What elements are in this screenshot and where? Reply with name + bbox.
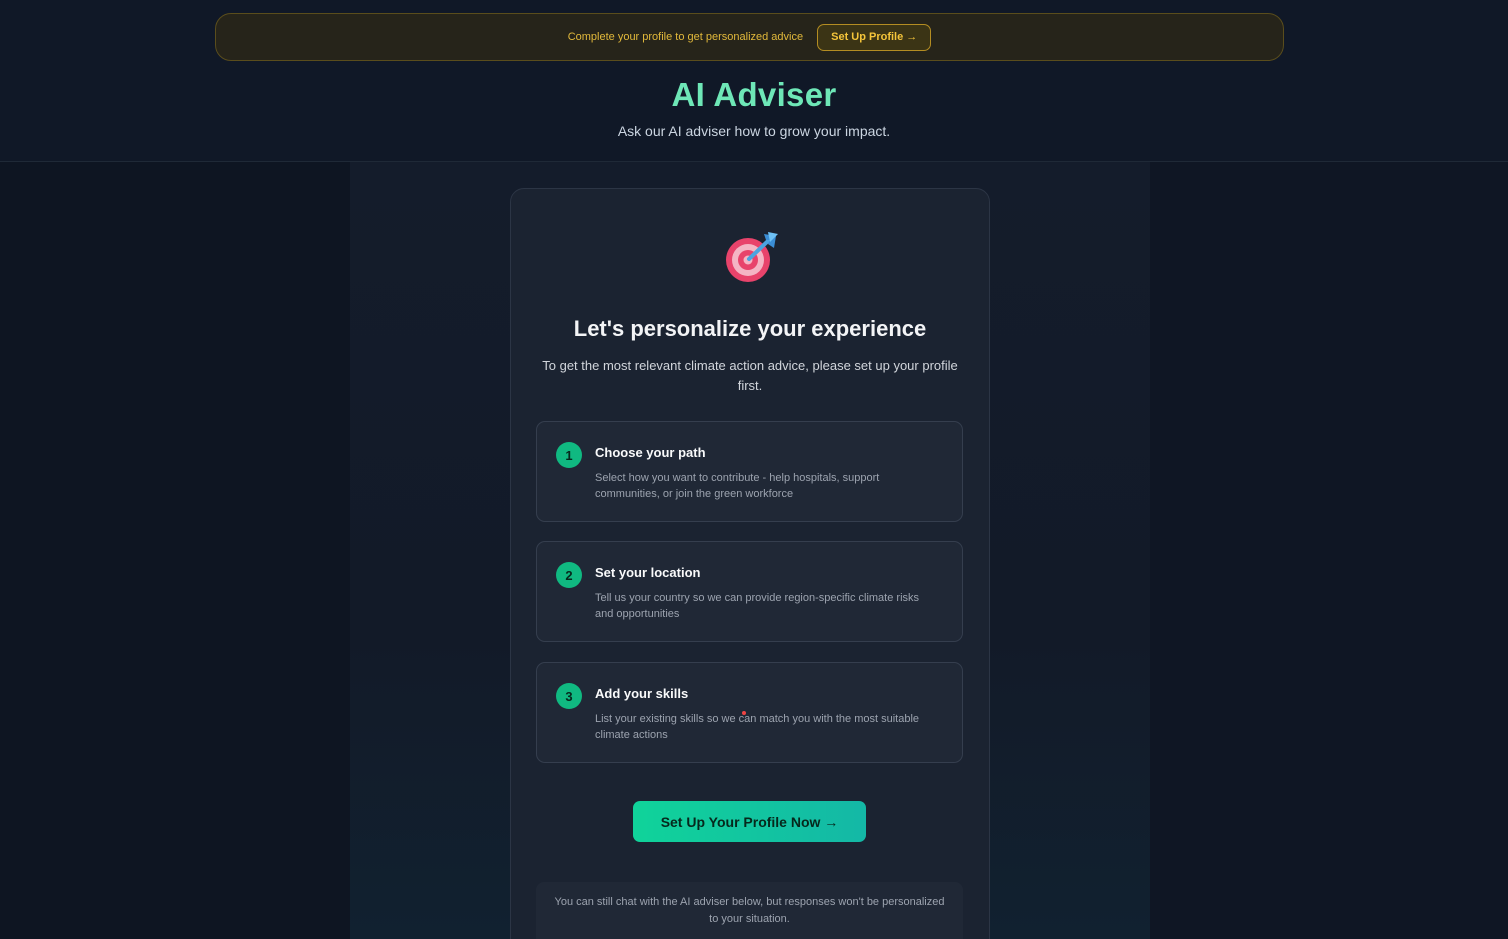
left-background	[0, 162, 350, 939]
step-description: List your existing skills so we can matc…	[595, 713, 920, 741]
target-dart-icon	[726, 232, 778, 282]
step-number-badge: 1	[556, 442, 582, 468]
header: Complete your profile to get personalize…	[0, 0, 1508, 162]
card-description: To get the most relevant climate action …	[542, 358, 958, 393]
cursor-marker	[742, 711, 746, 715]
step-description: Select how you want to contribute - help…	[595, 472, 880, 500]
set-up-profile-button[interactable]: Set Up Profile →	[817, 23, 932, 51]
step-title: Add your skills	[595, 686, 689, 701]
personalization-note: You can still chat with the AI adviser b…	[536, 882, 963, 939]
step-title: Choose your path	[595, 445, 706, 460]
card-title: Let's personalize your experience	[573, 316, 927, 341]
page-title: AI Adviser	[671, 76, 837, 113]
profile-banner: Complete your profile to get personalize…	[215, 13, 1284, 61]
step-title: Set your location	[595, 565, 701, 580]
page-subtitle: Ask our AI adviser how to grow your impa…	[617, 123, 891, 139]
set-up-profile-now-button[interactable]: Set Up Your Profile Now →	[633, 801, 866, 842]
step-number-badge: 3	[556, 683, 582, 709]
step-add-skills: 3 Add your skills List your existing ski…	[536, 662, 963, 763]
step-set-location: 2 Set your location Tell us your country…	[536, 541, 963, 642]
banner-text: Complete your profile to get personalize…	[567, 31, 804, 43]
step-description: Tell us your country so we can provide r…	[595, 592, 920, 620]
step-number-badge: 2	[556, 562, 582, 588]
personalize-card: Let's personalize your experience To get…	[510, 188, 990, 939]
page: Complete your profile to get personalize…	[0, 0, 1508, 939]
step-choose-path: 1 Choose your path Select how you want t…	[536, 421, 963, 522]
